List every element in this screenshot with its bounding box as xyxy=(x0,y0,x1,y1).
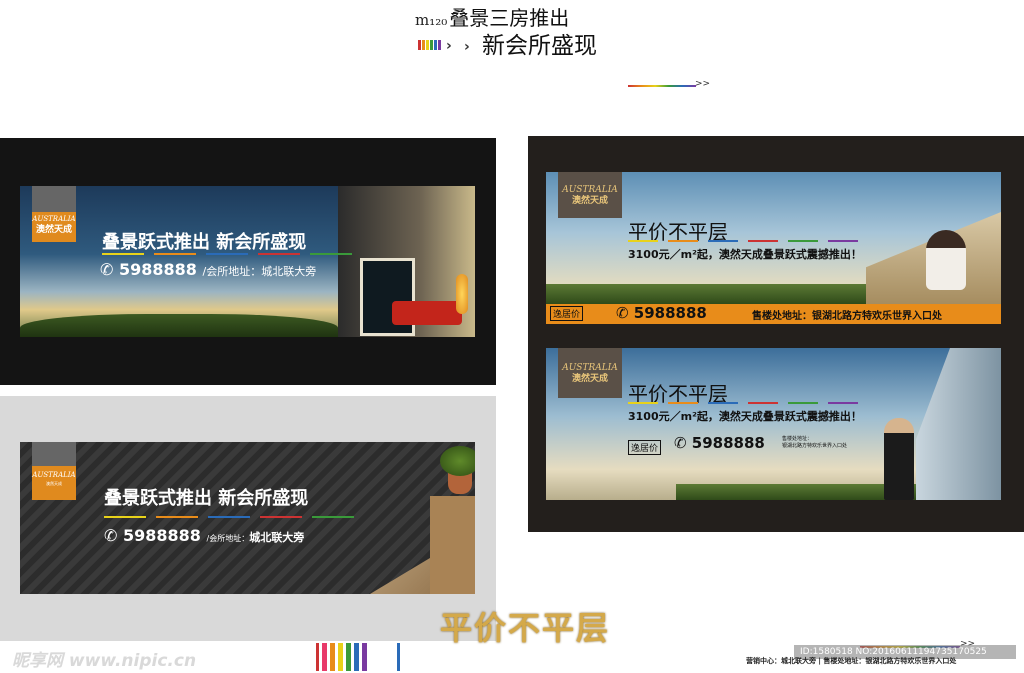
logo-brand-cn: 澳然天成 xyxy=(571,195,608,206)
banner-d-address-l2: 银湖北路方特欢乐世界入口处 xyxy=(782,443,848,449)
banner-b-logo: AUSTRALIA 澳然天成 xyxy=(32,442,76,500)
banner-a-divider xyxy=(102,253,362,255)
banner-b-pillar-image xyxy=(430,496,475,594)
banner-d-building-image xyxy=(916,348,1001,500)
banner-c-phone: 5988888 xyxy=(633,304,707,322)
panel-b: AUSTRALIA 澳然天成 叠景跃式推出 新会所盛现 ✆ 5988888 /会… xyxy=(0,396,496,641)
banner-c-phone-row: ✆ 5988888 xyxy=(616,304,707,322)
header-subtitle: 新会所盛现 xyxy=(482,33,597,59)
bottom-contact-line: 营销中心：城北联大旁 | 售楼处地址：银湖北路方特欢乐世界入口处 xyxy=(746,657,957,665)
banner-b-address: 城北联大旁 xyxy=(249,531,305,544)
banner-d-divider xyxy=(628,402,888,404)
logo-brand-cn: 澳然天成 xyxy=(35,225,72,235)
banner-c-subline: 3100元／m²起，澳然天成叠景跃式震撼推出！ xyxy=(628,248,862,261)
banner-d-man-image xyxy=(884,418,914,500)
banner-c: AUSTRALIA 澳然天成 平价不平层 3100元／m²起，澳然天成叠景跃式震… xyxy=(546,172,1001,324)
banner-b-phone: 5988888 xyxy=(122,526,201,545)
banner-c-address: 售楼处地址：银湖北路方特欢乐世界入口处 xyxy=(752,311,942,322)
header-rule-chevrons-icon: >> xyxy=(695,79,711,89)
phone-icon: ✆ xyxy=(616,304,634,322)
bottom-color-stripes xyxy=(316,643,400,671)
bottom-watermark: 昵享网 www.nipic.cn xyxy=(12,651,197,671)
logo-brand-en: AUSTRALIA xyxy=(562,362,618,373)
banner-b-address-label: /会所地址： xyxy=(206,534,250,543)
header-chevron-icon-2: › xyxy=(464,39,470,55)
header-chevron-icon: › xyxy=(446,38,452,54)
logo-brand-en: AUSTRALIA xyxy=(32,471,76,479)
phone-icon: ✆ xyxy=(674,434,692,452)
banner-d-badge: 逸居价 xyxy=(628,440,662,455)
header-prefix: m₁₂₀ xyxy=(415,11,448,29)
banner-d-phone: 5988888 xyxy=(691,434,765,452)
logo-brand-en: AUSTRALIA xyxy=(562,184,618,195)
logo-brand-cn: 澳然天成 xyxy=(571,373,608,384)
banner-a-sofa-image xyxy=(392,301,462,325)
panel-right: AUSTRALIA 澳然天成 平价不平层 3100元／m²起，澳然天成叠景跃式震… xyxy=(528,136,1024,532)
banner-d-logo: AUSTRALIA 澳然天成 xyxy=(558,348,622,398)
banner-a-logo: AUSTRALIA 澳然天成 xyxy=(32,186,76,242)
banner-a-trees-image xyxy=(20,314,338,337)
banner-d-address: 售楼处地址： 银湖北路方特欢乐世界入口处 xyxy=(782,436,847,450)
phone-icon: ✆ xyxy=(104,526,123,545)
banner-c-woman-image xyxy=(926,230,966,290)
banner-a-address: /会所地址：城北联大旁 xyxy=(202,265,317,278)
banner-b-divider xyxy=(104,516,364,518)
header-stripes xyxy=(418,40,442,50)
banner-a-headline: 叠景跃式推出 新会所盛现 xyxy=(102,232,307,253)
phone-icon: ✆ xyxy=(100,260,119,279)
panel-a: AUSTRALIA 澳然天成 叠景跃式推出 新会所盛现 ✆ 5988888 /会… xyxy=(0,138,496,385)
banner-a-lamp-image xyxy=(456,274,468,314)
banner-d-phone-row: ✆ 5988888 xyxy=(674,434,765,452)
banner-c-divider xyxy=(628,240,888,242)
banner-a-phone: 5988888 xyxy=(118,260,197,279)
banner-c-logo: AUSTRALIA 澳然天成 xyxy=(558,172,622,218)
banner-d-address-l1: 售楼处地址： xyxy=(782,436,813,442)
banner-a-phone-row: ✆ 5988888 /会所地址：城北联大旁 xyxy=(100,260,316,279)
banner-d: AUSTRALIA 澳然天成 平价不平层 3100元／m²起，澳然天成叠景跃式震… xyxy=(546,348,1001,500)
logo-brand-en: AUSTRALIA xyxy=(32,215,76,223)
banner-b-phone-row: ✆ 5988888 /会所地址：城北联大旁 xyxy=(104,526,304,545)
banner-b-plant-image xyxy=(440,446,475,476)
header-rule xyxy=(628,85,696,87)
banner-c-badge: 逸居价 xyxy=(550,306,584,321)
banner-b-headline: 叠景跃式推出 新会所盛现 xyxy=(104,488,309,509)
bottom-big-text: 平价不平层 xyxy=(440,609,611,647)
banner-a: AUSTRALIA 澳然天成 叠景跃式推出 新会所盛现 ✆ 5988888 /会… xyxy=(20,186,475,337)
logo-brand-sub: 澳然天成 xyxy=(46,481,62,486)
banner-d-subline: 3100元／m²起，澳然天成叠景跃式震撼推出！ xyxy=(628,410,862,423)
banner-b: AUSTRALIA 澳然天成 叠景跃式推出 新会所盛现 ✆ 5988888 /会… xyxy=(20,442,475,594)
